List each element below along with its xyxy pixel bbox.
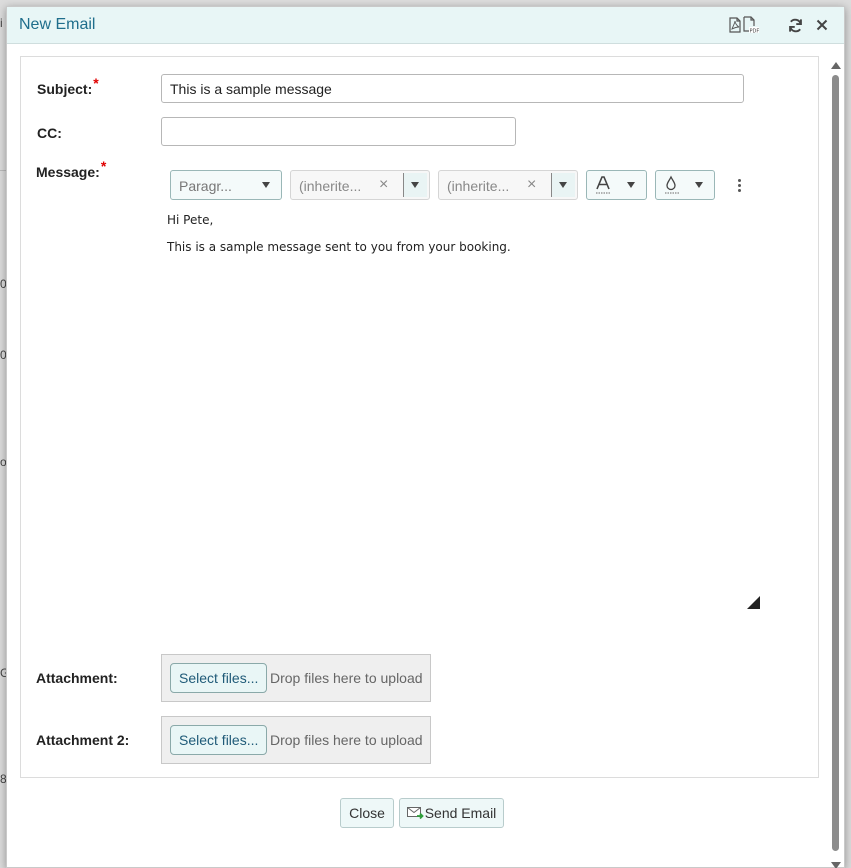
close-button[interactable]: Close [340, 798, 394, 828]
cc-input[interactable] [161, 117, 516, 146]
font-family-value: (inherite... [299, 178, 362, 194]
format-dropdown[interactable]: Paragr... [170, 170, 282, 200]
send-email-icon [406, 806, 424, 823]
background-text: i [0, 16, 3, 30]
text-color-icon [595, 175, 611, 198]
dropzone-hint-2: Drop files here to upload [270, 732, 423, 748]
scroll-down-arrow[interactable] [831, 862, 841, 868]
new-email-dialog: New Email PDF Subject:* This is a sample… [6, 6, 845, 868]
chevron-down-icon [695, 182, 703, 188]
attachment-label: Attachment: [36, 670, 118, 686]
required-mark: * [100, 158, 107, 174]
required-mark: * [93, 75, 99, 91]
send-email-button[interactable]: Send Email [399, 798, 504, 828]
editor-paragraph: Hi Pete, [167, 213, 214, 227]
pdf-export-icon[interactable]: PDF [742, 16, 760, 34]
chevron-down-icon [559, 182, 567, 188]
dropzone-hint: Drop files here to upload [270, 670, 423, 686]
droplet-icon [664, 175, 680, 198]
subject-label: Subject:* [37, 75, 99, 97]
font-family-combobox[interactable]: (inherite... × [290, 170, 430, 200]
subject-label-text: Subject: [37, 81, 93, 97]
scroll-thumb[interactable] [832, 75, 839, 851]
clear-icon[interactable]: × [527, 176, 536, 194]
subject-input[interactable] [161, 74, 744, 103]
chevron-down-icon [411, 182, 419, 188]
clear-icon[interactable]: × [379, 176, 388, 194]
font-size-value: (inherite... [447, 178, 510, 194]
svg-text:PDF: PDF [750, 29, 760, 35]
dialog-scrollbar[interactable] [829, 55, 843, 868]
select-files-button[interactable]: Select files... [170, 663, 268, 693]
send-email-label: Send Email [424, 805, 497, 821]
font-family-dropdown-button[interactable] [403, 173, 427, 197]
font-size-combobox[interactable]: (inherite... × [438, 170, 578, 200]
attachment-2-label: Attachment 2: [36, 732, 130, 748]
dialog-title: New Email [19, 16, 96, 33]
close-icon[interactable] [813, 16, 831, 34]
scroll-up-arrow[interactable] [831, 62, 841, 69]
text-color-button[interactable] [586, 170, 647, 200]
attachment-2-dropzone[interactable]: Select files... Drop files here to uploa… [161, 716, 431, 764]
format-dropdown-value: Paragr... [179, 178, 232, 194]
font-size-dropdown-button[interactable] [551, 173, 575, 197]
cc-label: CC: [37, 125, 62, 141]
editor-resize-handle[interactable] [747, 596, 760, 609]
more-options-icon[interactable] [738, 179, 741, 192]
background-color-button[interactable] [655, 170, 715, 200]
refresh-icon[interactable] [786, 16, 804, 34]
chevron-down-icon [262, 182, 270, 188]
attachment-dropzone[interactable]: Select files... Drop files here to uploa… [161, 654, 431, 702]
email-form: Subject:* CC: Message:* Paragr... (inher… [20, 56, 819, 778]
editor-paragraph: This is a sample message sent to you fro… [167, 240, 511, 254]
select-files-button-2[interactable]: Select files... [170, 725, 268, 755]
message-label: Message:* [36, 158, 106, 180]
message-label-text: Message: [36, 164, 100, 180]
chevron-down-icon [627, 182, 635, 188]
message-editor[interactable]: Hi Pete, This is a sample message sent t… [167, 213, 767, 267]
dialog-titlebar: New Email PDF [7, 7, 844, 44]
